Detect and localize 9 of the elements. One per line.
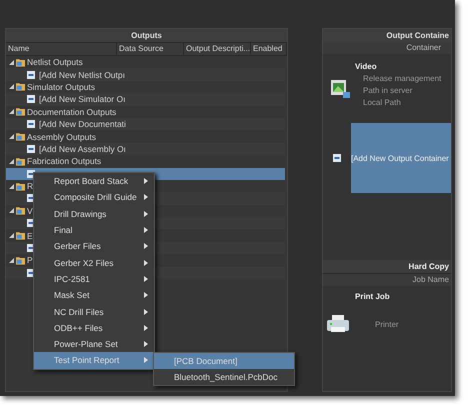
container-name: Video bbox=[354, 62, 378, 71]
panel-title: Output Containe bbox=[323, 29, 451, 42]
panel-title: Outputs bbox=[6, 29, 287, 42]
container-field: Local Path bbox=[363, 98, 442, 107]
container-field: Release management bbox=[363, 74, 442, 83]
printer-label: Printer bbox=[375, 320, 399, 328]
container-field: Path in server bbox=[363, 86, 442, 95]
job-name: Print Job bbox=[354, 291, 391, 301]
section-header: Hard Copy bbox=[323, 260, 451, 273]
